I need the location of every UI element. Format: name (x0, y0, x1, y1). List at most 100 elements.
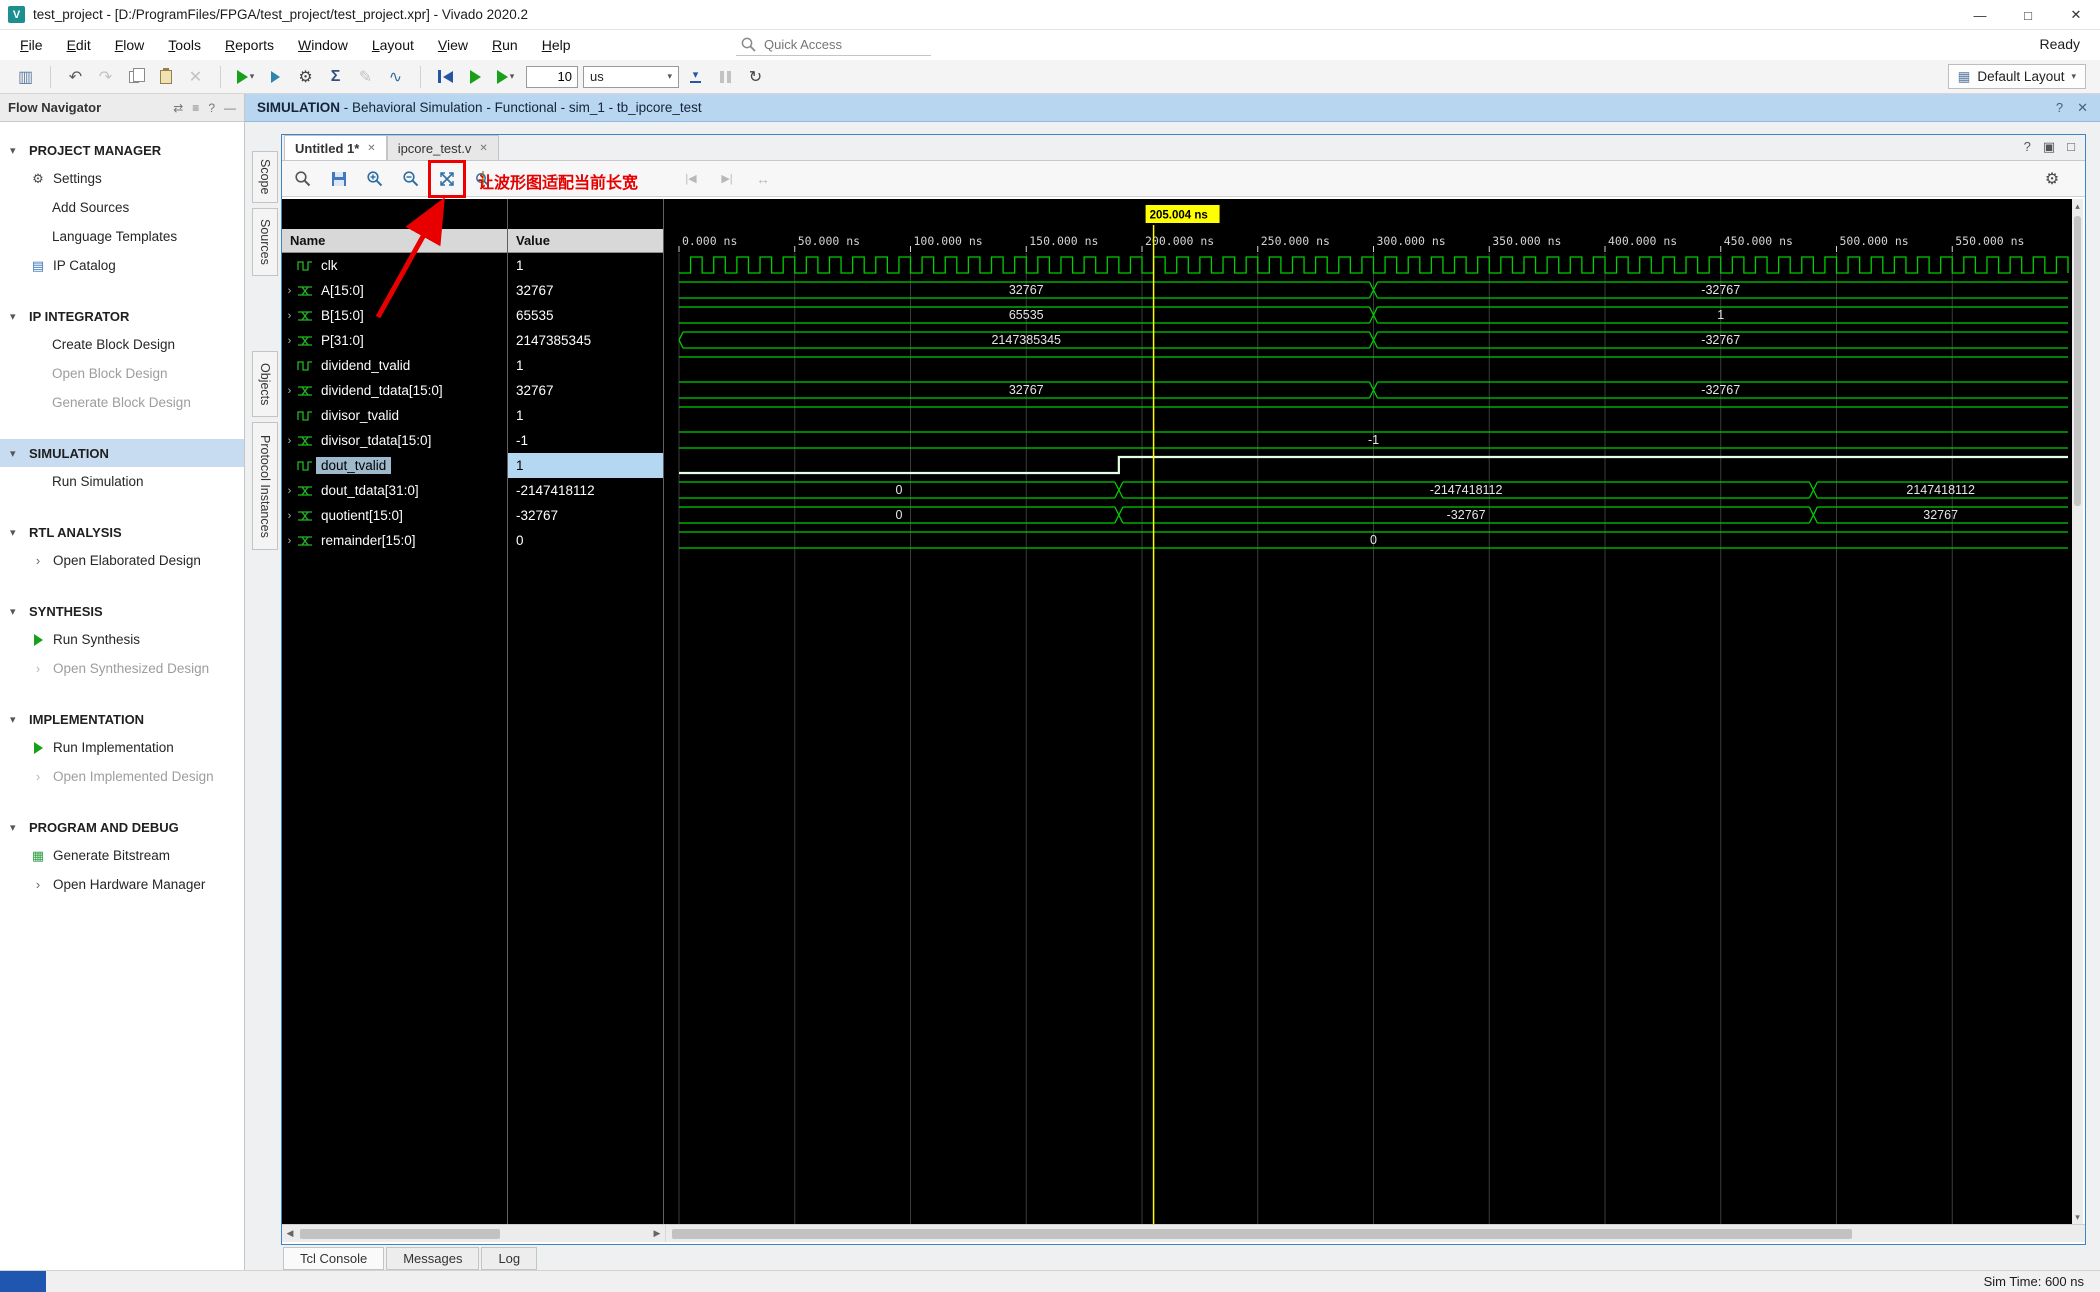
waveform-canvas[interactable]: 0.000 ns 50.000 ns 100.000 ns 150.000 ns 200… (664, 199, 2072, 1224)
signal-value[interactable]: 0 (508, 528, 663, 553)
signal-name[interactable]: divisor_tvalid (316, 407, 404, 424)
signal-name[interactable]: A[15:0] (316, 282, 369, 299)
flow-item-open-hardware-manager[interactable]: › Open Hardware Manager (0, 870, 244, 899)
tab-log[interactable]: Log (481, 1247, 538, 1270)
zoom-fit-button[interactable] (428, 159, 466, 198)
section-header-implementation[interactable]: ▾ IMPLEMENTATION (0, 705, 244, 733)
find-button[interactable] (288, 164, 318, 194)
signal-value[interactable]: -2147418112 (508, 478, 663, 503)
expand-chevron-icon[interactable]: › (282, 335, 297, 347)
float-window-icon[interactable]: ▣ (2043, 139, 2055, 155)
scroll-left-icon[interactable]: ◀ (282, 1228, 298, 1239)
expand-chevron-icon[interactable]: › (282, 285, 297, 297)
menu-help[interactable]: Help (530, 32, 583, 58)
signal-name[interactable]: remainder[15:0] (316, 532, 421, 549)
paste-icon[interactable] (152, 63, 179, 90)
redo-icon[interactable]: ↷ (92, 63, 119, 90)
signal-row[interactable]: › B[15:0] (282, 303, 507, 328)
copy-icon[interactable] (122, 63, 149, 90)
dock-icon[interactable]: ⇄ (173, 101, 183, 115)
edit-pencil-icon[interactable]: ✎ (352, 63, 379, 90)
menu-layout[interactable]: Layout (360, 32, 426, 58)
section-header-simulation[interactable]: ▾ SIMULATION (0, 439, 244, 467)
layout-select[interactable]: ▦ Default Layout ▾ (1947, 64, 2086, 89)
waveform-hscrollbar[interactable] (666, 1225, 2074, 1242)
maximize-button[interactable]: □ (2004, 0, 2052, 30)
signal-name[interactable]: dividend_tdata[15:0] (316, 382, 448, 399)
signal-value[interactable]: 32767 (508, 378, 663, 403)
expand-chevron-icon[interactable]: › (282, 485, 297, 497)
flow-item-ip-catalog[interactable]: ▤ IP Catalog (0, 251, 244, 280)
flow-item-language-templates[interactable]: Language Templates (0, 222, 244, 251)
expand-chevron-icon[interactable]: › (282, 310, 297, 322)
tab-ipcore-test[interactable]: ipcore_test.v ✕ (386, 135, 499, 160)
signal-value[interactable]: 1 (508, 353, 663, 378)
side-tab-protocol-instances[interactable]: Protocol Instances (252, 422, 278, 550)
run-for-time-button[interactable]: ▾ (492, 63, 519, 90)
signal-row[interactable]: › dividend_tdata[15:0] (282, 378, 507, 403)
expand-chevron-icon[interactable]: › (282, 535, 297, 547)
flow-item-open-elaborated-design[interactable]: › Open Elaborated Design (0, 546, 244, 575)
tab-untitled-1[interactable]: Untitled 1* ✕ (284, 135, 387, 160)
flow-item-open-block-design[interactable]: Open Block Design (0, 359, 244, 388)
undo-icon[interactable]: ↶ (62, 63, 89, 90)
signal-name[interactable]: quotient[15:0] (316, 507, 408, 524)
signal-row[interactable]: › dout_tdata[31:0] (282, 478, 507, 503)
side-tab-scope[interactable]: Scope (252, 151, 278, 203)
signal-row[interactable]: › A[15:0] (282, 278, 507, 303)
signal-row[interactable]: divisor_tvalid (282, 403, 507, 428)
name-column-header[interactable]: Name (282, 229, 507, 253)
close-icon[interactable]: ✕ (479, 143, 487, 154)
signal-value[interactable]: -1 (508, 428, 663, 453)
signal-name[interactable]: dout_tdata[31:0] (316, 482, 424, 499)
tab-tcl-console[interactable]: Tcl Console (283, 1247, 385, 1270)
zoom-in-button[interactable] (360, 164, 390, 194)
menu-run[interactable]: Run (480, 32, 530, 58)
signal-row[interactable]: dividend_tvalid (282, 353, 507, 378)
pause-button[interactable] (712, 63, 739, 90)
signal-row[interactable]: › remainder[15:0] (282, 528, 507, 553)
help-icon[interactable]: ? (208, 101, 215, 115)
signal-name[interactable]: P[31:0] (316, 332, 369, 349)
signal-value[interactable]: 2147385345 (508, 328, 663, 353)
menu-view[interactable]: View (426, 32, 480, 58)
probe-icon[interactable]: ∿ (382, 63, 409, 90)
report-sigma-icon[interactable]: Σ (322, 63, 349, 90)
settings-gear-icon[interactable]: ⚙ (292, 63, 319, 90)
tab-messages[interactable]: Messages (386, 1247, 480, 1270)
flow-item-run-implementation[interactable]: Run Implementation (0, 733, 244, 762)
run-all-button[interactable] (462, 63, 489, 90)
expand-chevron-icon[interactable]: › (282, 510, 297, 522)
flow-item-create-block-design[interactable]: Create Block Design (0, 330, 244, 359)
swap-cursors-button[interactable]: ↔ (748, 164, 778, 194)
section-header-rtl-analysis[interactable]: ▾ RTL ANALYSIS (0, 518, 244, 546)
hscrollbar-thumb[interactable] (300, 1228, 500, 1239)
menu-file[interactable]: File (8, 32, 55, 58)
section-header-ip-integrator[interactable]: ▾ IP INTEGRATOR (0, 302, 244, 330)
menu-window[interactable]: Window (286, 32, 360, 58)
quick-access-input[interactable] (764, 37, 914, 52)
signal-row[interactable]: clk (282, 253, 507, 278)
flow-item-run-simulation[interactable]: Run Simulation (0, 467, 244, 496)
signal-name[interactable]: B[15:0] (316, 307, 369, 324)
signal-value[interactable]: 1 (508, 253, 663, 278)
name-panel-hscrollbar[interactable]: ◀ ▶ (282, 1225, 666, 1242)
menu-edit[interactable]: Edit (55, 32, 103, 58)
hscrollbar-thumb[interactable] (672, 1228, 1852, 1239)
expand-chevron-icon[interactable]: › (282, 385, 297, 397)
signal-value[interactable]: -32767 (508, 503, 663, 528)
menu-flow[interactable]: Flow (103, 32, 157, 58)
close-icon[interactable]: ✕ (2077, 100, 2088, 116)
scroll-up-icon[interactable]: ▴ (2075, 199, 2080, 213)
signal-row[interactable]: › quotient[15:0] (282, 503, 507, 528)
signal-value[interactable]: 32767 (508, 278, 663, 303)
collapse-icon[interactable]: — (224, 101, 236, 115)
save-waveform-button[interactable] (324, 164, 354, 194)
close-button[interactable]: ✕ (2052, 0, 2100, 30)
side-tab-objects[interactable]: Objects (252, 351, 278, 417)
signal-value[interactable]: 1 (508, 403, 663, 428)
vertical-scrollbar-thumb[interactable] (2074, 216, 2081, 506)
maximize-panel-icon[interactable]: □ (2067, 139, 2075, 155)
expand-chevron-icon[interactable]: › (282, 435, 297, 447)
delete-icon[interactable]: ✕ (182, 63, 209, 90)
